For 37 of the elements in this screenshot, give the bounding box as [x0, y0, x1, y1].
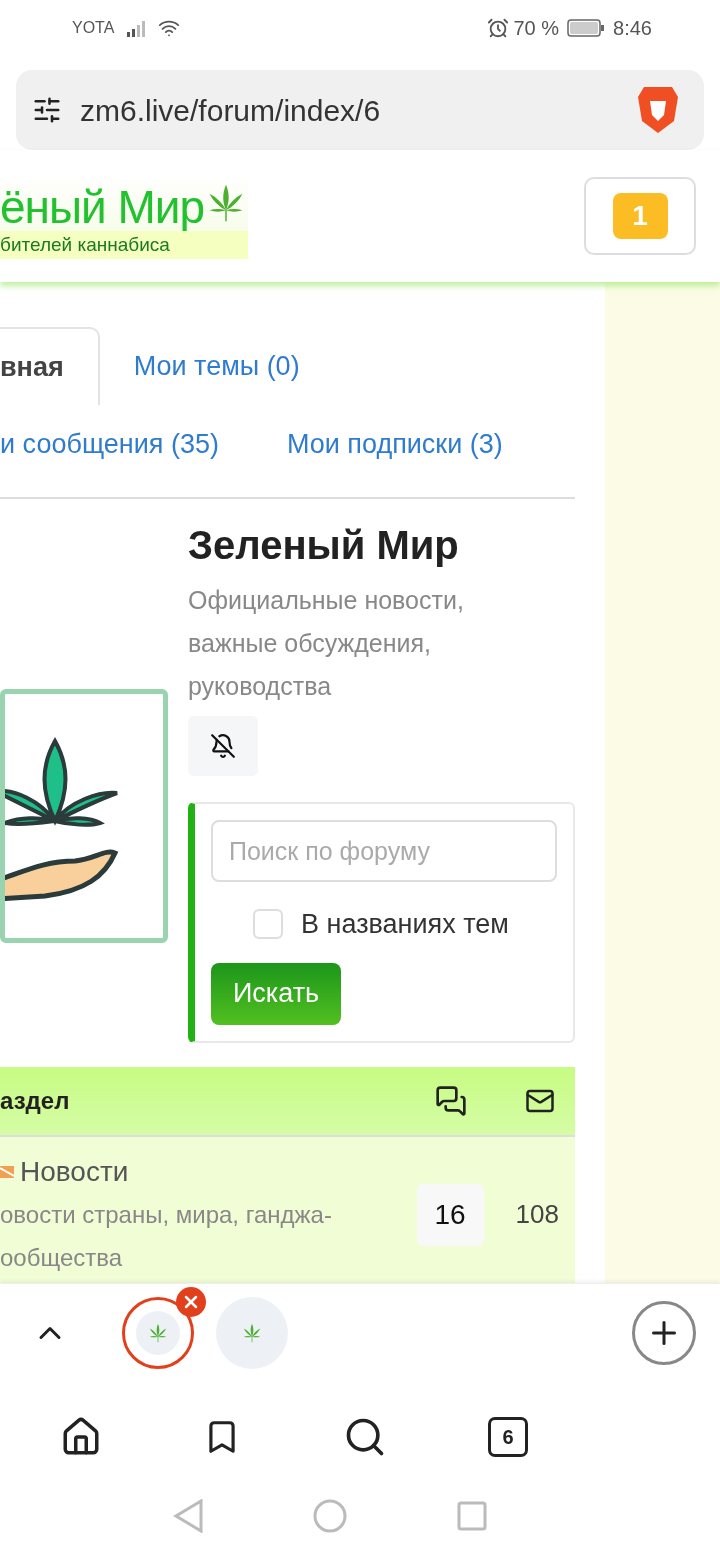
alarm-icon: [487, 16, 510, 39]
forum-description: Официальные новости, важные обсуждения, руководства: [188, 585, 465, 702]
address-bar[interactable]: zm6.live/forum/index/6: [16, 70, 704, 150]
notification-badge: 1: [612, 193, 668, 239]
logo-title: ёный Мир: [0, 180, 205, 233]
topics-icon: [435, 1084, 467, 1117]
posts-count: 108: [515, 1198, 559, 1231]
clock-time: 8:46: [613, 15, 652, 41]
battery-icon: [567, 17, 606, 38]
site-settings-icon[interactable]: [32, 95, 62, 125]
tab-count-button[interactable]: 6: [488, 1417, 528, 1457]
forum-row[interactable]: Новости овости страны, мира, ганджа- ообщества 16 108: [0, 1136, 575, 1283]
close-icon[interactable]: [176, 1287, 206, 1317]
signal-icon: [126, 18, 147, 37]
forum-title: Зеленый Мир: [188, 522, 460, 569]
section-description: овости страны, мира, ганджа- ообщества: [0, 1199, 333, 1273]
titles-checkbox[interactable]: [253, 909, 283, 940]
topics-count: 16: [416, 1183, 484, 1246]
search-field[interactable]: Поиск по форуму: [211, 820, 557, 882]
checkbox-label: В названиях тем: [301, 908, 509, 941]
section-title[interactable]: Новости: [20, 1150, 129, 1193]
column-heading: аздел: [0, 1085, 71, 1116]
home-icon[interactable]: [60, 1416, 102, 1458]
bell-off-icon: [210, 733, 236, 759]
new-tab-button[interactable]: [632, 1301, 696, 1365]
forum-tab[interactable]: Мои подписки (3): [252, 405, 537, 483]
carrier-name: YOTA: [72, 17, 115, 38]
forum-tab[interactable]: вная: [0, 327, 100, 405]
logo-subtitle: бителей каннабиса: [0, 230, 249, 260]
url-text: zm6.live/forum/index/6: [80, 92, 382, 129]
forum-tab[interactable]: и сообщения (35): [0, 405, 253, 483]
search-button[interactable]: Искать: [211, 962, 341, 1025]
site-logo[interactable]: ёный Мир бителей каннабиса: [0, 172, 249, 260]
envelope-icon: [0, 1163, 14, 1180]
forum-tab[interactable]: Мои темы (0): [99, 327, 334, 405]
battery-percent: 70 %: [513, 15, 560, 41]
unsubscribe-button[interactable]: [188, 716, 258, 776]
